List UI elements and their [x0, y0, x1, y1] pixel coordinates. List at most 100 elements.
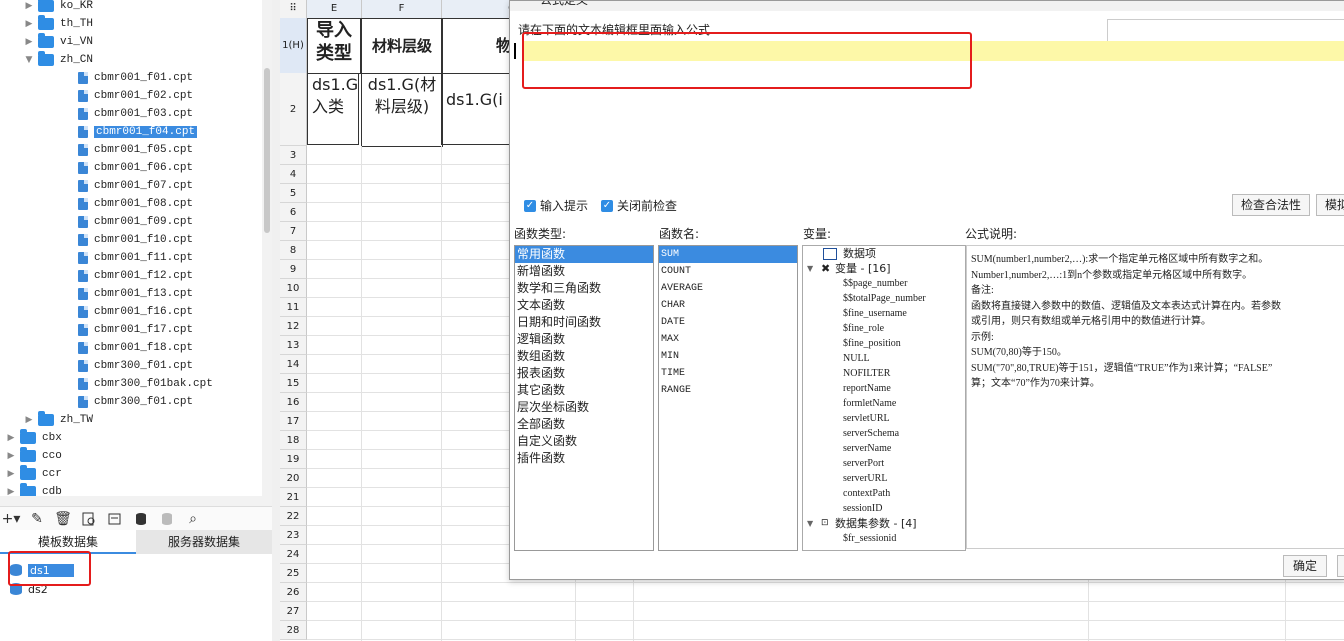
variable-item[interactable]: contextPath	[803, 486, 965, 501]
variable-item[interactable]: serverURL	[803, 471, 965, 486]
dialog-top-field[interactable]	[1107, 19, 1344, 43]
row-header[interactable]: 16	[280, 393, 307, 412]
list-item[interactable]: 新增函数	[515, 263, 653, 280]
input-tip-checkbox[interactable]: ✓ 输入提示	[524, 197, 588, 214]
chevron-down-icon[interactable]: ▼	[24, 55, 34, 65]
check-validity-button[interactable]: 检查合法性	[1232, 194, 1310, 216]
row-header[interactable]: 21	[280, 488, 307, 507]
column-header-e[interactable]: E	[307, 0, 362, 19]
tree-file[interactable]: cbmr001_f07.cpt	[78, 177, 193, 195]
list-item[interactable]: 常用函数	[515, 246, 653, 263]
tree-file[interactable]: cbmr001_f01.cpt	[78, 69, 193, 87]
list-item[interactable]: 逻辑函数	[515, 331, 653, 348]
check-before-close-checkbox[interactable]: ✓ 关闭前检查	[601, 197, 677, 214]
row-header[interactable]: 15	[280, 374, 307, 393]
tree-file[interactable]: cbmr001_f17.cpt	[78, 321, 193, 339]
preview-icon[interactable]	[78, 509, 100, 529]
tree-horizontal-scrollbar[interactable]	[0, 496, 272, 506]
variable-group-node[interactable]: ▼ ✖ 变量 - [16]	[803, 261, 965, 276]
chevron-right-icon[interactable]: ▶	[24, 415, 34, 425]
tree-file[interactable]: cbmr001_f02.cpt	[78, 87, 193, 105]
row-header[interactable]: 19	[280, 450, 307, 469]
row-header[interactable]: 10	[280, 279, 307, 298]
tree-file[interactable]: cbmr001_f08.cpt	[78, 195, 193, 213]
cancel-button[interactable]	[1337, 555, 1344, 577]
cell-e2[interactable]: ds1.G(导入类	[307, 73, 359, 145]
row-header-2[interactable]: 2	[280, 73, 307, 146]
tree-folder[interactable]: ▶ ccr	[6, 465, 62, 483]
select-all-corner[interactable]: ⠿	[280, 0, 307, 19]
data-item-node[interactable]: 数据项	[803, 246, 965, 261]
cell-f1[interactable]: 材料层级	[361, 18, 443, 74]
list-item[interactable]: 报表函数	[515, 365, 653, 382]
ok-button[interactable]: 确定	[1283, 555, 1327, 577]
row-header[interactable]: 3	[280, 146, 307, 165]
list-item[interactable]: AVERAGE	[659, 280, 797, 297]
dataset-param-item[interactable]: $fr_sessionid	[803, 531, 965, 546]
tree-folder[interactable]: ▶ ko_KR	[24, 0, 93, 15]
tree-file[interactable]: cbmr300_f01bak.cpt	[78, 375, 213, 393]
list-item[interactable]: 数组函数	[515, 348, 653, 365]
list-item[interactable]: 全部函数	[515, 416, 653, 433]
row-header[interactable]: 26	[280, 583, 307, 602]
variable-item[interactable]: NOFILTER	[803, 366, 965, 381]
tree-folder[interactable]: ▶ th_TH	[24, 15, 93, 33]
variable-item[interactable]: serverSchema	[803, 426, 965, 441]
row-header[interactable]: 18	[280, 431, 307, 450]
row-header[interactable]: 12	[280, 317, 307, 336]
tree-file[interactable]: cbmr001_f16.cpt	[78, 303, 193, 321]
variable-item[interactable]: servletURL	[803, 411, 965, 426]
list-item[interactable]: SUM	[659, 246, 797, 263]
row-header[interactable]: 24	[280, 545, 307, 564]
tree-file[interactable]: cbmr001_f04.cpt	[78, 123, 198, 141]
list-item[interactable]: 日期和时间函数	[515, 314, 653, 331]
list-item[interactable]: TIME	[659, 365, 797, 382]
row-header[interactable]: 14	[280, 355, 307, 374]
chevron-right-icon[interactable]: ▶	[6, 433, 16, 443]
scrollbar-thumb[interactable]	[264, 68, 270, 233]
delete-icon[interactable]: 🗑	[52, 509, 74, 529]
list-item[interactable]: 文本函数	[515, 297, 653, 314]
list-item[interactable]: CHAR	[659, 297, 797, 314]
tree-file[interactable]: cbmr001_f05.cpt	[78, 141, 193, 159]
dialog-title-bar[interactable]: 公式定义	[510, 1, 1344, 11]
dataset-param-group-node[interactable]: ▼ ⊡ 数据集参数 - [4]	[803, 516, 965, 531]
database-icon[interactable]	[130, 509, 152, 529]
cell-e1[interactable]: 导入类型	[307, 18, 361, 74]
edit-dataset-icon[interactable]	[104, 509, 126, 529]
tree-file[interactable]: cbmr001_f11.cpt	[78, 249, 193, 267]
tree-file[interactable]: cbmr001_f12.cpt	[78, 267, 193, 285]
variable-tree[interactable]: 数据项 ▼ ✖ 变量 - [16] $$page_number $$totalPage…	[802, 245, 966, 551]
chevron-right-icon[interactable]: ▶	[6, 451, 16, 461]
tree-file[interactable]: cbmr001_f10.cpt	[78, 231, 193, 249]
list-item[interactable]: 其它函数	[515, 382, 653, 399]
tree-file[interactable]: cbmr300_f01.cpt	[78, 357, 193, 375]
list-item[interactable]: 插件函数	[515, 450, 653, 467]
list-item[interactable]: COUNT	[659, 263, 797, 280]
variable-item[interactable]: serverPort	[803, 456, 965, 471]
edit-icon[interactable]: ✎	[26, 509, 48, 529]
list-item[interactable]: RANGE	[659, 382, 797, 399]
tree-file[interactable]: cbmr001_f03.cpt	[78, 105, 193, 123]
row-header-1[interactable]: 1(H)	[280, 18, 307, 74]
function-name-list[interactable]: SUM COUNT AVERAGE CHAR DATE MAX MIN TIME RANGE	[658, 245, 798, 551]
tree-folder[interactable]: ▶ cbx	[6, 429, 62, 447]
variable-item[interactable]: $$totalPage_number	[803, 291, 965, 306]
list-item[interactable]: MIN	[659, 348, 797, 365]
variable-item[interactable]: reportName	[803, 381, 965, 396]
tree-folder[interactable]: ▶ cco	[6, 447, 62, 465]
row-header[interactable]: 20	[280, 469, 307, 488]
row-header[interactable]: 7	[280, 222, 307, 241]
row-header[interactable]: 8	[280, 241, 307, 260]
panel-splitter[interactable]	[272, 0, 280, 641]
chevron-right-icon[interactable]: ▶	[24, 37, 34, 47]
variable-item[interactable]: NULL	[803, 351, 965, 366]
variable-item[interactable]: serverName	[803, 441, 965, 456]
row-header[interactable]: 23	[280, 526, 307, 545]
simulate-button[interactable]: 模拟	[1316, 194, 1344, 216]
variable-item[interactable]: $fine_username	[803, 306, 965, 321]
tree-file[interactable]: cbmr001_f09.cpt	[78, 213, 193, 231]
chevron-right-icon[interactable]: ▶	[6, 469, 16, 479]
list-item[interactable]: 层次坐标函数	[515, 399, 653, 416]
tree-folder[interactable]: ▼ zh_CN	[24, 51, 93, 69]
